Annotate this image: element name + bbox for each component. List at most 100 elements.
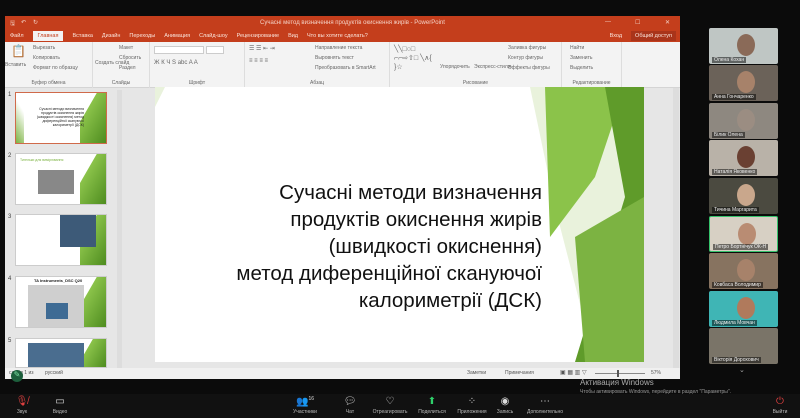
slide-thumbnail[interactable]: Сучасні методи визначення продуктів окис… (15, 92, 107, 144)
align-text-button[interactable]: Выровнять текст (315, 55, 354, 61)
smartart-button[interactable]: Преобразовать в SmartArt (315, 65, 376, 71)
cut-button[interactable]: Вырезать (33, 45, 55, 51)
tab-insert[interactable]: Вставка (72, 33, 92, 39)
participant-tile-active-speaker[interactable]: Петро Бортнічук ОК-Н (709, 216, 778, 252)
shapes-gallery[interactable]: ╲╲□○□ ⌐⌐⇨⇧□ ╲∧{ }☆ (394, 45, 436, 72)
format-painter-button[interactable]: Формат по образцу (33, 65, 78, 71)
section-button[interactable]: Раздел (119, 65, 136, 71)
save-icon[interactable]: 🖫 (10, 19, 15, 29)
thumbnail-image (38, 170, 74, 194)
copy-button[interactable]: Копировать (33, 55, 60, 61)
thumbnail-text: Тигельки для вимірювання (20, 158, 64, 162)
participant-tile[interactable]: Наталія Яковенко (709, 140, 778, 176)
language-indicator[interactable]: русский (45, 370, 63, 376)
tab-animations[interactable]: Анимация (164, 33, 190, 39)
thumbnail-image (60, 215, 96, 247)
participant-tile[interactable]: Людмила Мовчан (709, 291, 778, 327)
select-button[interactable]: Выделить (570, 65, 593, 71)
arrange-button[interactable]: Упорядочить (440, 64, 470, 70)
slide-thumbnail[interactable] (15, 214, 107, 266)
record-label: Запись (496, 409, 514, 415)
share-button[interactable]: Общий доступ (631, 31, 676, 41)
comments-button[interactable]: Примечания (505, 370, 534, 376)
participants-button[interactable]: 👥16 Участники (285, 396, 325, 415)
slide-scrollbar[interactable] (673, 88, 679, 368)
editing-group: Найти Заменить Выделить Редактирование (562, 42, 622, 88)
font-group: Ж К Ч S abc A A Шрифт (150, 42, 245, 88)
clipboard-group: 📋 Вставить Вырезать Копировать Формат по… (5, 42, 93, 88)
drawing-label: Рисование (462, 80, 489, 86)
video-button[interactable]: ▭ Видео (40, 396, 80, 415)
shape-outline-button[interactable]: Контур фигуры (508, 55, 543, 61)
find-button[interactable]: Найти (570, 45, 584, 51)
align-buttons[interactable]: ≡ ≡ ≡ ≡ (249, 58, 268, 64)
shape-fill-button[interactable]: Заливка фигуры (508, 45, 546, 51)
text-direction-button[interactable]: Направление текста (315, 45, 362, 51)
chevron-down-icon[interactable]: ⌄ (739, 366, 745, 374)
participant-tile[interactable]: Ковбаса Володимир (709, 253, 778, 289)
slide-thumbnail[interactable]: Тигельки для вимірювання (15, 153, 107, 205)
participant-tile[interactable]: Анна Гончаренко (709, 65, 778, 101)
share-screen-icon: ⬆ (427, 396, 437, 407)
tab-view[interactable]: Вид (288, 33, 298, 39)
signin-link[interactable]: Вход (610, 33, 622, 39)
chat-button[interactable]: 💬︎ Чат (330, 396, 370, 415)
slide-thumbnail[interactable]: TA Instruments_DSC Q20 (15, 276, 107, 328)
minimize-button[interactable]: — (605, 19, 611, 25)
slide-title-line: метод диференційної скануючої (236, 262, 542, 285)
paste-button[interactable]: Вставить (5, 62, 26, 68)
more-button[interactable]: ⋯ Дополнительно (520, 396, 570, 415)
leave-label: Выйти (772, 409, 788, 415)
quick-styles-button[interactable]: Экспресс-стили (474, 64, 511, 70)
participant-tile[interactable]: Олена Кохан (709, 28, 778, 64)
window-title: Сучасні метод визначення продуктів окисн… (260, 20, 445, 26)
clipboard-label: Буфер обмена (31, 80, 66, 86)
shape-effects-button[interactable]: Эффекты фигуры (508, 65, 550, 71)
list-buttons[interactable]: ☰ ☰ ⇤ ⇥ (249, 45, 275, 52)
font-name-input[interactable] (154, 46, 204, 54)
record-button[interactable]: ◉ Запись (485, 396, 525, 415)
thumbnails-scrollbar[interactable] (117, 90, 122, 369)
zoom-slider[interactable] (595, 373, 645, 374)
tell-me-search[interactable]: Что вы хотите сделать? (307, 33, 368, 39)
zoom-slider-thumb[interactable] (617, 370, 619, 377)
slide-title-line: (швидкості окиснення) (328, 235, 542, 258)
view-buttons[interactable]: ▣ ▦ ▥ ▽ (560, 369, 587, 376)
redo-icon[interactable]: ↻ (33, 19, 38, 26)
participant-tile[interactable]: Білик Олена (709, 103, 778, 139)
undo-icon[interactable]: ↶ (21, 19, 26, 26)
tab-file[interactable]: Файл (10, 33, 24, 39)
notes-button[interactable]: Заметки (467, 370, 486, 376)
drawing-group: ╲╲□○□ ⌐⌐⇨⇧□ ╲∧{ }☆ Упорядочить Экспресс-… (390, 42, 562, 88)
more-label: Дополнительно (527, 409, 563, 415)
participant-name: Олена Кохан (712, 57, 747, 63)
thumbnail-number: 3 (8, 214, 12, 220)
slides-group: Создать слайд Макет Сбросить Раздел Слай… (93, 42, 150, 88)
tab-review[interactable]: Рецензирование (237, 33, 279, 39)
camera-icon: ▭ (55, 396, 65, 407)
slide-title-line: продуктів окиснення жирів (290, 208, 542, 231)
reactions-button[interactable]: ♡ Отреагировать (370, 396, 410, 415)
leave-button[interactable]: ⏻ Выйти (762, 396, 798, 415)
audio-button[interactable]: 🎙︎̸ Звук (2, 396, 42, 415)
tab-home[interactable]: Главная (32, 31, 64, 41)
replace-button[interactable]: Заменить (570, 55, 592, 61)
participant-tile[interactable]: Вікторія Дорохович (709, 328, 778, 364)
reset-button[interactable]: Сбросить (119, 55, 141, 61)
close-button[interactable]: ✕ (665, 19, 670, 26)
layout-button[interactable]: Макет (119, 45, 133, 51)
apps-label: Приложения (457, 409, 487, 415)
font-size-input[interactable] (206, 46, 224, 54)
thumbnail-number: 1 (8, 92, 12, 98)
tab-transitions[interactable]: Переходы (129, 33, 155, 39)
tab-slideshow[interactable]: Слайд-шоу (199, 33, 228, 39)
annotate-pen-icon[interactable]: ✎ (11, 370, 23, 382)
tab-design[interactable]: Дизайн (102, 33, 121, 39)
font-format-buttons[interactable]: Ж К Ч S abc A A (154, 60, 198, 66)
share-screen-button[interactable]: ⬆ Поделиться (412, 396, 452, 415)
maximize-button[interactable]: ☐ (635, 19, 640, 26)
leave-icon: ⏻ (776, 396, 784, 407)
participant-tile[interactable]: Тичина Маргарита (709, 178, 778, 214)
slide-thumbnail[interactable] (15, 338, 107, 368)
more-icon: ⋯ (540, 396, 550, 407)
